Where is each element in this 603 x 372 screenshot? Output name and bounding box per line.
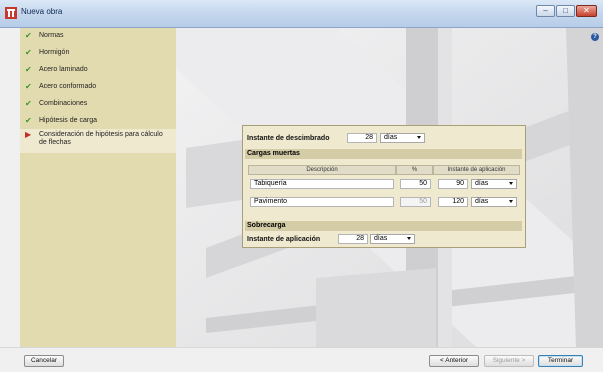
help-icon[interactable]: ? — [591, 33, 599, 41]
step-label: Acero conformado — [39, 83, 97, 90]
current-step-arrow-icon: ▶ — [25, 130, 32, 139]
step-label: Acero laminado — [39, 66, 88, 73]
row-1-instant-input[interactable]: 90 — [438, 179, 468, 189]
step-acero-conformado[interactable]: ✔ Acero conformado — [20, 83, 176, 91]
check-icon: ✔ — [25, 48, 32, 57]
window-title: Nueva obra — [21, 7, 63, 16]
wizard-steps-sidebar: ✔ Normas ✔ Hormigón ✔ Acero laminado ✔ A… — [20, 28, 176, 347]
step-acero-laminado[interactable]: ✔ Acero laminado — [20, 66, 176, 74]
cargas-muertas-header: Cargas muertas — [245, 149, 522, 159]
close-button[interactable]: ✕ — [576, 5, 597, 17]
aplicacion-input[interactable]: 28 — [338, 234, 368, 244]
aplicacion-unit-select[interactable]: días — [370, 234, 415, 244]
row-2-percent-input: 50 — [400, 197, 431, 207]
step-hormigon[interactable]: ✔ Hormigón — [20, 49, 176, 57]
step-label: Hormigón — [39, 49, 70, 56]
check-icon: ✔ — [25, 82, 32, 91]
row-2-instant-input[interactable]: 120 — [438, 197, 468, 207]
window-controls: – □ ✕ — [535, 5, 597, 19]
chevron-down-icon — [509, 200, 513, 203]
row-1-description-input[interactable]: Tabiquería — [250, 179, 394, 189]
step-normas[interactable]: ✔ Normas — [20, 32, 176, 40]
column-header-instant: Instante de aplicación — [433, 165, 520, 175]
maximize-button[interactable]: □ — [556, 5, 575, 17]
row-1-percent-input[interactable]: 50 — [400, 179, 431, 189]
close-icon: ✕ — [583, 6, 590, 15]
row-1-unit-select[interactable]: días — [471, 179, 517, 189]
descimbrado-unit-select[interactable]: días — [380, 133, 425, 143]
maximize-icon: □ — [563, 6, 568, 15]
previous-button[interactable]: < Anterior — [429, 355, 479, 367]
step-label: Normas — [39, 32, 64, 39]
check-icon: ✔ — [25, 31, 32, 40]
step-combinaciones[interactable]: ✔ Combinaciones — [20, 100, 176, 108]
column-header-description: Descripción — [248, 165, 396, 175]
aplicacion-label: Instante de aplicación — [247, 236, 321, 243]
chevron-down-icon — [417, 136, 421, 139]
app-icon — [5, 7, 17, 19]
check-icon: ✔ — [25, 99, 32, 108]
chevron-down-icon — [509, 182, 513, 185]
cancel-button[interactable]: Cancelar — [24, 355, 64, 367]
step-label: Hipótesis de carga — [39, 117, 97, 124]
step-label: Combinaciones — [39, 100, 88, 107]
descimbrado-label: Instante de descimbrado — [247, 135, 330, 142]
descimbrado-input[interactable]: 28 — [347, 133, 377, 143]
step-hipotesis-flechas[interactable]: ▶ Consideración de hipótesis para cálcul… — [20, 129, 176, 153]
row-2-unit-select[interactable]: días — [471, 197, 517, 207]
step-label: Consideración de hipótesis para cálculo … — [39, 131, 163, 146]
check-icon: ✔ — [25, 116, 32, 125]
sobrecarga-header: Sobrecarga — [245, 221, 522, 231]
column-header-percent: % — [396, 165, 433, 175]
chevron-down-icon — [407, 237, 411, 240]
wizard-footer: Cancelar < Anterior Siguiente > Terminar — [0, 347, 603, 372]
title-bar: Nueva obra – □ ✕ — [0, 0, 603, 28]
row-2-description-input[interactable]: Pavimento — [250, 197, 394, 207]
step-hipotesis-carga[interactable]: ✔ Hipótesis de carga — [20, 117, 176, 125]
next-button: Siguiente > — [484, 355, 534, 367]
minimize-button[interactable]: – — [536, 5, 555, 17]
check-icon: ✔ — [25, 65, 32, 74]
minimize-icon: – — [543, 6, 548, 15]
finish-button[interactable]: Terminar — [538, 355, 583, 367]
